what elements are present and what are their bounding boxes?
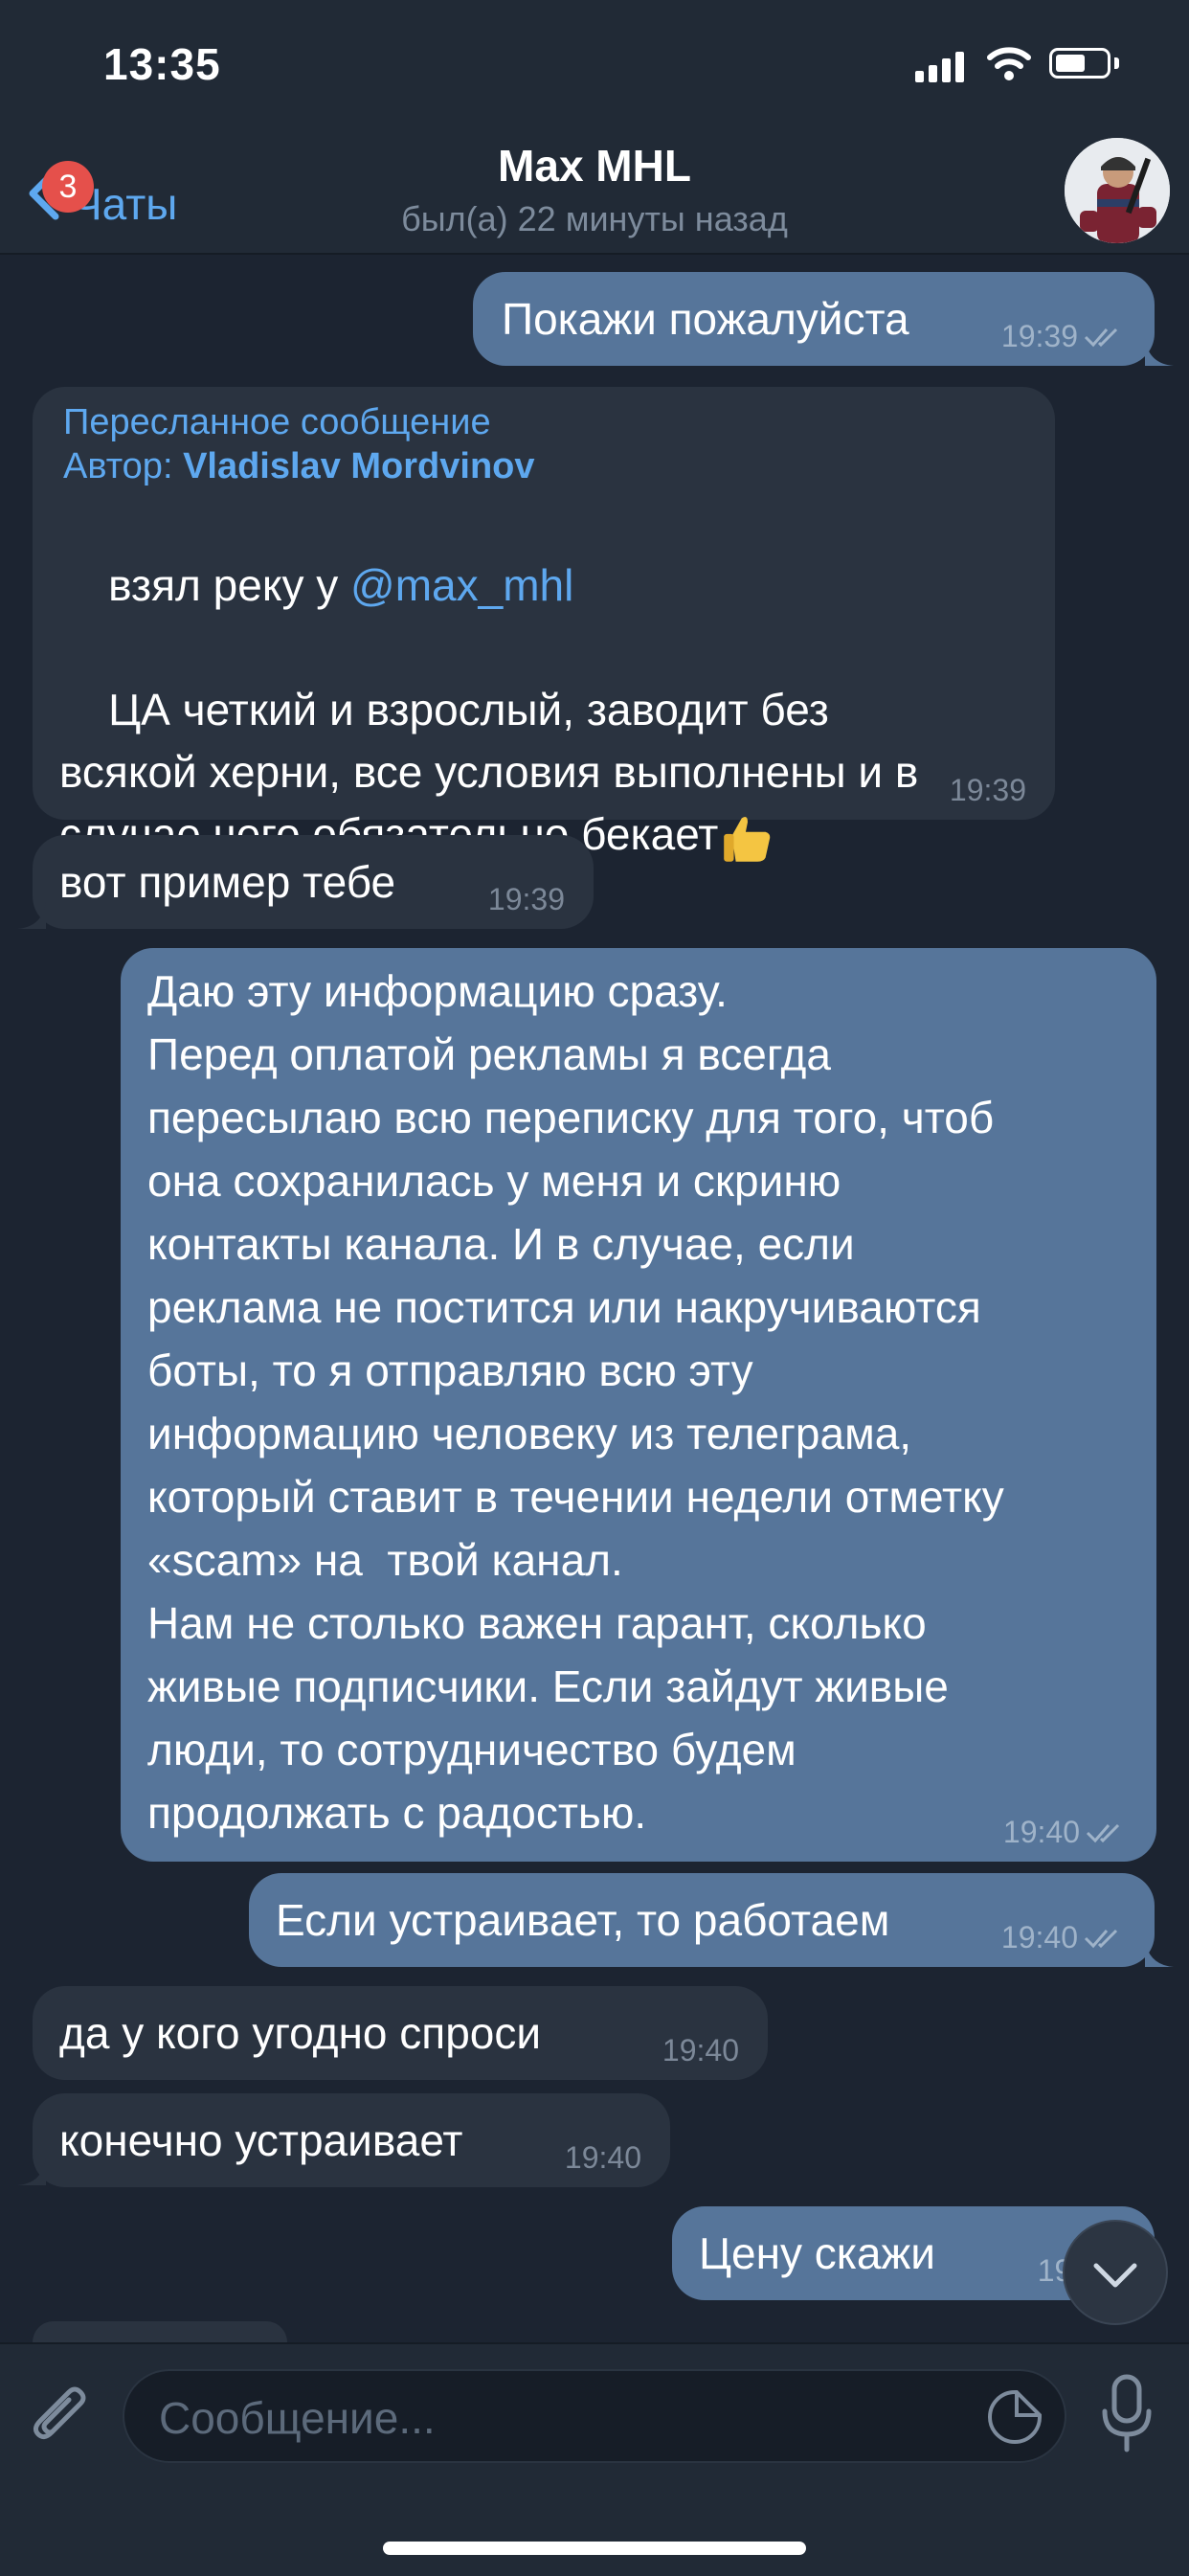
bubble-tail [1145,1940,1174,1967]
double-check-icon [1084,328,1118,347]
microphone-icon[interactable] [1097,2373,1156,2455]
chat-header: Чаты 3 Max MHL был(а) 22 минуты назад [0,124,1189,255]
message-text: Если устраивает, то работаем [276,1895,890,1945]
message-time: 19:40 [662,2033,739,2068]
message-text: конечно устраивает [59,2115,463,2165]
incoming-message[interactable]: конечно устраивает 19:40 [33,2093,670,2187]
message-time: 19:39 [487,882,565,916]
forwarded-author-name: Vladislav Mordvinov [183,446,535,486]
message-input[interactable]: Сообщение... [123,2369,1066,2463]
message-time: 19:39 [1001,319,1126,354]
message-time: 19:40 [1001,1920,1126,1955]
hockey-player-avatar-image [1065,138,1170,243]
message-text: Даю эту информацию сразу. Перед оплатой … [147,966,1004,1838]
mention-link[interactable]: @max_mhl [350,560,573,610]
outgoing-message[interactable]: Покажи пожалуйста 19:39 [473,272,1155,366]
message-input-placeholder: Сообщение... [159,2393,436,2443]
sticker-icon[interactable] [984,2386,1045,2448]
bubble-tail [17,902,46,929]
cellular-signal-icon [915,50,965,82]
chevron-down-icon [1093,2263,1137,2288]
wifi-icon [987,47,1031,80]
battery-cap [1114,57,1119,69]
forwarded-label: Пересланное сообщение [63,402,491,442]
message-text-part: ЦА четкий и взрослый, заводит без всякой… [59,685,919,859]
paperclip-icon[interactable] [27,2379,94,2455]
message-time: 19:40 [1003,1815,1128,1850]
incoming-message[interactable]: вот пример тебе 19:39 [33,835,594,929]
message-text: Покажи пожалуйста [502,294,909,344]
time-label: 19:39 [1000,319,1078,353]
scroll-to-bottom-button[interactable] [1063,2220,1168,2325]
time-label: 19:40 [1000,1920,1078,1955]
home-indicator[interactable] [383,2542,806,2555]
message-text: Цену скажи [699,2228,935,2278]
message-text: да у кого угодно спроси [59,2008,542,2058]
bubble-tail [17,2158,46,2185]
outgoing-message[interactable]: Если устраивает, то работаем 19:40 [249,1873,1155,1967]
bubble-tail [1145,339,1174,366]
time-label: 19:40 [1002,1815,1080,1849]
forwarded-author-prefix: Автор: [63,446,184,486]
status-time: 13:35 [103,39,221,89]
incoming-message[interactable]: да у кого угодно спроси 19:40 [33,1986,768,2080]
last-seen-status: был(а) 22 минуты назад [401,199,788,238]
message-text-part: взял реку у [108,560,351,610]
message-time: 19:40 [564,2140,641,2175]
avatar[interactable] [1065,138,1170,243]
forwarded-author[interactable]: Автор: Vladislav Mordvinov [63,444,535,488]
message-time: 19:39 [949,773,1026,807]
outgoing-message[interactable]: Даю эту информацию сразу. Перед оплатой … [121,948,1156,1862]
double-check-icon [1086,1823,1120,1842]
chat-title[interactable]: Max MHL [0,140,1189,192]
forwarded-message[interactable]: Пересланное сообщение Автор: Vladislav M… [33,387,1055,862]
message-composer: Сообщение... [0,2342,1189,2576]
double-check-icon [1084,1929,1118,1948]
status-bar: 13:35 [0,0,1189,124]
thumbs-up-icon [724,816,771,862]
incoming-message-partial[interactable] [33,2321,287,2342]
battery-icon [1049,48,1110,79]
message-text: вот пример тебе [59,857,396,907]
